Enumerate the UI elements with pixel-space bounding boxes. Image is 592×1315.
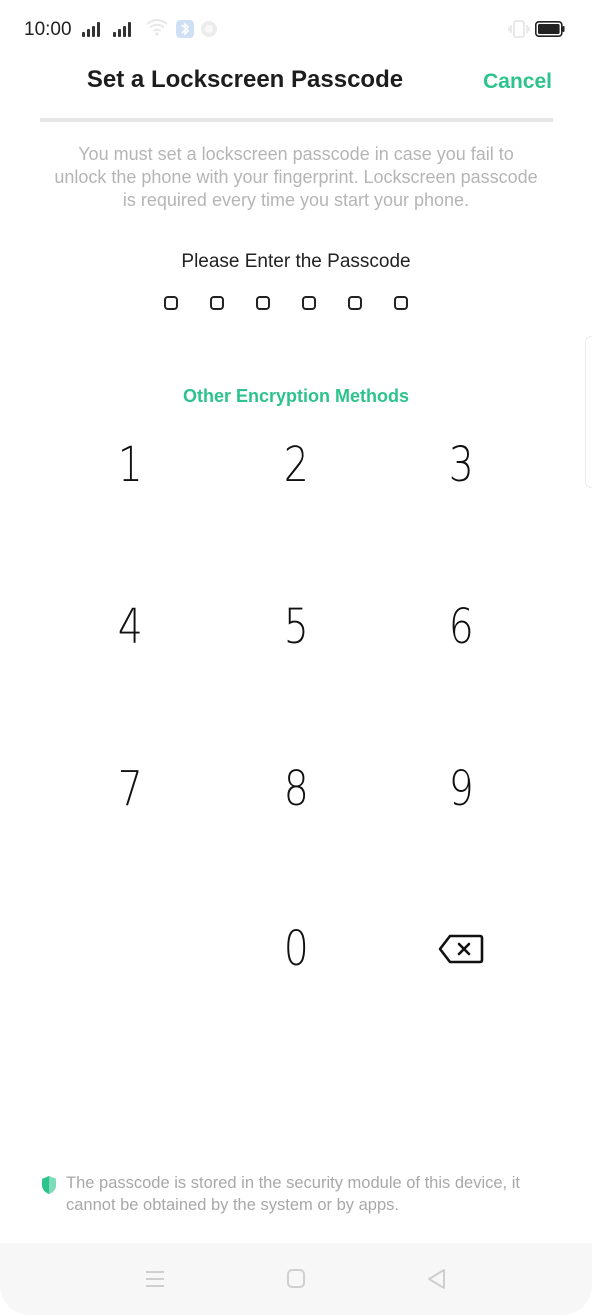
keypad-key-0[interactable]: 0 [236,904,356,994]
backspace-button[interactable] [436,930,486,968]
passcode-prompt: Please Enter the Passcode [181,251,411,272]
vibrate-icon [508,20,530,38]
edge-panel-handle[interactable] [585,336,592,488]
security-note-text: The passcode is stored in the security m… [66,1174,520,1214]
keypad-key-8[interactable]: 8 [236,744,356,834]
status-bar: 10:00 [0,0,592,60]
passcode-digit-slot [256,296,270,310]
cancel-button[interactable]: Cancel [483,70,552,94]
menu-icon[interactable] [140,1267,170,1291]
security-note: The passcode is stored in the security m… [40,1172,560,1216]
battery-icon [535,21,565,37]
other-encryption-methods-link[interactable]: Other Encryption Methods [0,386,592,407]
keypad-key-9[interactable]: 9 [401,744,521,834]
app-icon [201,21,217,37]
backspace-icon [438,934,484,964]
header-divider [40,118,553,122]
bluetooth-icon [176,20,194,38]
keypad-key-5[interactable]: 5 [236,582,356,672]
signal-icon [82,21,100,37]
keypad-key-7[interactable]: 7 [70,744,190,834]
keypad-key-6[interactable]: 6 [401,582,521,672]
keypad-key-2[interactable]: 2 [236,420,356,510]
shield-icon [42,1176,56,1194]
passcode-digit-slot [302,296,316,310]
home-icon[interactable] [281,1267,311,1291]
passcode-digit-slot [394,296,408,310]
page-title: Set a Lockscreen Passcode [86,66,404,93]
signal-icon [113,21,131,37]
wifi-icon [146,19,168,36]
navigation-bar [0,1243,592,1315]
passcode-digit-slot [348,296,362,310]
keypad-key-1[interactable]: 1 [70,420,190,510]
passcode-digit-slot [164,296,178,310]
back-icon[interactable] [422,1267,452,1291]
keypad-key-4[interactable]: 4 [70,582,190,672]
passcode-indicator [164,296,408,310]
instruction-text: You must set a lockscreen passcode in ca… [54,144,538,210]
keypad-key-3[interactable]: 3 [401,420,521,510]
passcode-digit-slot [210,296,224,310]
status-time: 10:00 [24,19,72,40]
